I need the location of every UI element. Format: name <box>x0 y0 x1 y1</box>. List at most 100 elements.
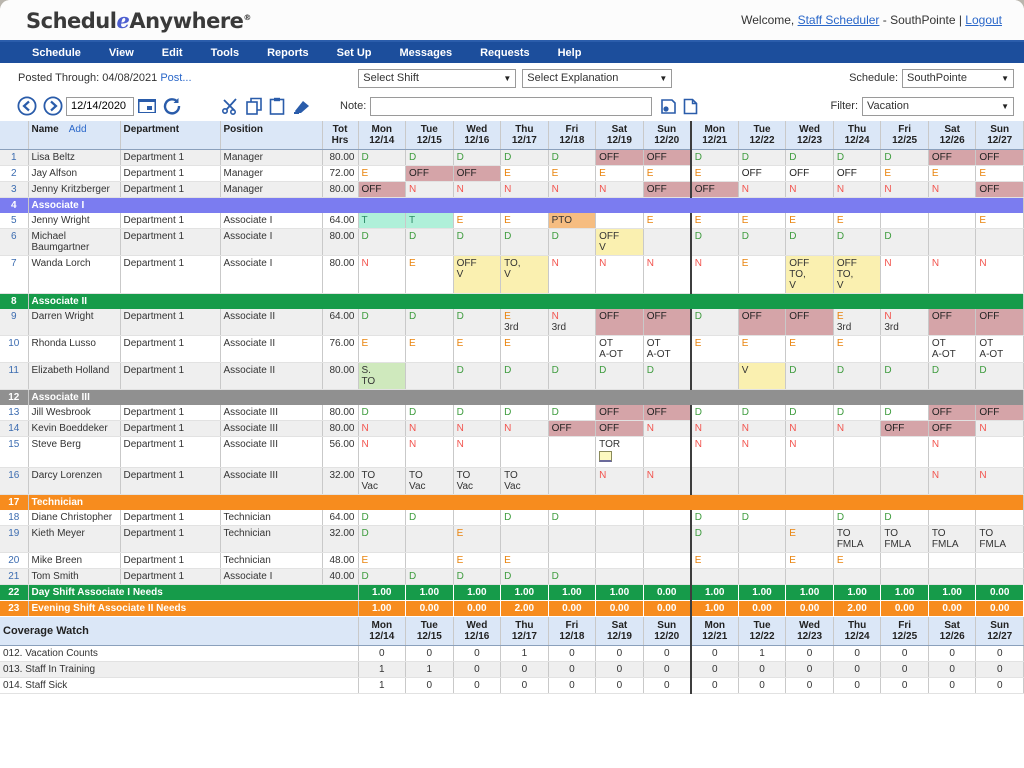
schedule-cell[interactable]: D <box>548 569 596 585</box>
schedule-cell[interactable]: N <box>833 421 881 437</box>
schedule-cell[interactable] <box>976 553 1024 569</box>
schedule-cell[interactable]: OFF <box>643 405 691 421</box>
schedule-cell[interactable]: D <box>501 510 549 526</box>
schedule-cell[interactable]: N <box>453 437 501 468</box>
schedule-cell[interactable] <box>596 213 644 229</box>
schedule-cell[interactable]: N <box>881 182 929 198</box>
schedule-cell[interactable]: D <box>501 229 549 256</box>
employee-name[interactable]: Rhonda Lusso <box>28 336 120 363</box>
schedule-cell[interactable]: OTA-OT <box>643 336 691 363</box>
schedule-cell[interactable] <box>643 229 691 256</box>
schedule-cell[interactable] <box>548 526 596 553</box>
prev-week-button[interactable] <box>17 96 37 116</box>
schedule-cell[interactable]: OFFTO,V <box>786 256 834 294</box>
schedule-cell[interactable]: D <box>406 229 454 256</box>
schedule-cell[interactable]: D <box>786 229 834 256</box>
schedule-cell[interactable]: OFF <box>976 182 1024 198</box>
schedule-cell[interactable]: OFF <box>786 166 834 182</box>
schedule-cell[interactable] <box>786 569 834 585</box>
schedule-cell[interactable] <box>501 526 549 553</box>
schedule-cell[interactable] <box>976 569 1024 585</box>
nav-item-view[interactable]: View <box>95 47 148 59</box>
schedule-cell[interactable]: E <box>691 213 739 229</box>
schedule-cell[interactable]: D <box>548 363 596 390</box>
schedule-cell[interactable]: E <box>501 336 549 363</box>
schedule-cell[interactable] <box>786 510 834 526</box>
schedule-cell[interactable]: N <box>928 256 976 294</box>
nav-item-help[interactable]: Help <box>544 47 596 59</box>
schedule-cell[interactable]: OFFV <box>453 256 501 294</box>
schedule-cell[interactable]: N <box>786 437 834 468</box>
schedule-cell[interactable]: E <box>786 553 834 569</box>
schedule-cell[interactable]: N <box>738 421 786 437</box>
schedule-cell[interactable] <box>833 468 881 495</box>
schedule-cell[interactable] <box>881 569 929 585</box>
schedule-cell[interactable]: N <box>358 437 406 468</box>
schedule-cell[interactable]: TOVac <box>358 468 406 495</box>
schedule-cell[interactable] <box>976 437 1024 468</box>
schedule-cell[interactable] <box>643 526 691 553</box>
schedule-cell[interactable]: N <box>548 256 596 294</box>
schedule-cell[interactable] <box>406 553 454 569</box>
schedule-cell[interactable]: OFF <box>596 150 644 166</box>
schedule-cell[interactable]: N <box>453 421 501 437</box>
employee-name[interactable]: Jill Wesbrook <box>28 405 120 421</box>
schedule-cell[interactable]: E <box>928 166 976 182</box>
schedule-cell[interactable] <box>928 553 976 569</box>
schedule-cell[interactable]: D <box>786 363 834 390</box>
schedule-cell[interactable]: OTA-OT <box>596 336 644 363</box>
schedule-cell[interactable]: N <box>786 421 834 437</box>
schedule-cell[interactable]: T <box>358 213 406 229</box>
schedule-cell[interactable]: N <box>406 182 454 198</box>
schedule-cell[interactable] <box>501 437 549 468</box>
schedule-cell[interactable] <box>548 468 596 495</box>
schedule-cell[interactable]: E <box>358 553 406 569</box>
schedule-cell[interactable]: N <box>453 182 501 198</box>
schedule-cell[interactable] <box>738 526 786 553</box>
schedule-cell[interactable]: D <box>453 405 501 421</box>
schedule-cell[interactable]: D <box>453 309 501 336</box>
schedule-cell[interactable]: D <box>406 510 454 526</box>
schedule-cell[interactable]: D <box>786 150 834 166</box>
schedule-cell[interactable] <box>976 229 1024 256</box>
schedule-cell[interactable]: OFF <box>596 309 644 336</box>
schedule-cell[interactable]: OFF <box>643 150 691 166</box>
schedule-cell[interactable]: D <box>833 363 881 390</box>
schedule-cell[interactable] <box>928 569 976 585</box>
schedule-cell[interactable]: OFF <box>928 150 976 166</box>
schedule-cell[interactable]: OFF <box>928 405 976 421</box>
schedule-cell[interactable] <box>738 468 786 495</box>
schedule-cell[interactable]: D <box>548 405 596 421</box>
schedule-cell[interactable]: OFF <box>928 421 976 437</box>
filter-select[interactable]: Vacation▼ <box>862 97 1014 116</box>
schedule-cell[interactable]: D <box>406 150 454 166</box>
schedule-cell[interactable]: E <box>738 336 786 363</box>
schedule-cell[interactable] <box>881 213 929 229</box>
schedule-cell[interactable]: D <box>833 405 881 421</box>
schedule-cell[interactable]: D <box>548 229 596 256</box>
schedule-cell[interactable]: N3rd <box>548 309 596 336</box>
schedule-cell[interactable]: TOVac <box>406 468 454 495</box>
schedule-cell[interactable]: N <box>406 437 454 468</box>
schedule-cell[interactable]: TOVac <box>453 468 501 495</box>
schedule-cell[interactable] <box>833 437 881 468</box>
schedule-cell[interactable]: N <box>596 256 644 294</box>
employee-name[interactable]: Elizabeth Holland <box>28 363 120 390</box>
schedule-cell[interactable]: V <box>738 363 786 390</box>
schedule-cell[interactable]: D <box>453 569 501 585</box>
schedule-cell[interactable]: E3rd <box>501 309 549 336</box>
schedule-cell[interactable]: D <box>501 150 549 166</box>
schedule-cell[interactable]: N <box>691 437 739 468</box>
schedule-cell[interactable] <box>928 213 976 229</box>
schedule-cell[interactable]: E <box>643 166 691 182</box>
schedule-cell[interactable]: D <box>881 150 929 166</box>
schedule-cell[interactable]: D <box>548 510 596 526</box>
schedule-cell[interactable] <box>596 553 644 569</box>
schedule-cell[interactable]: D <box>833 150 881 166</box>
schedule-cell[interactable]: OFF <box>643 182 691 198</box>
schedule-cell[interactable]: N <box>501 182 549 198</box>
schedule-cell[interactable]: OFF <box>976 150 1024 166</box>
schedule-cell[interactable]: OFF <box>786 309 834 336</box>
schedule-cell[interactable]: E <box>833 336 881 363</box>
schedule-cell[interactable]: D <box>358 405 406 421</box>
